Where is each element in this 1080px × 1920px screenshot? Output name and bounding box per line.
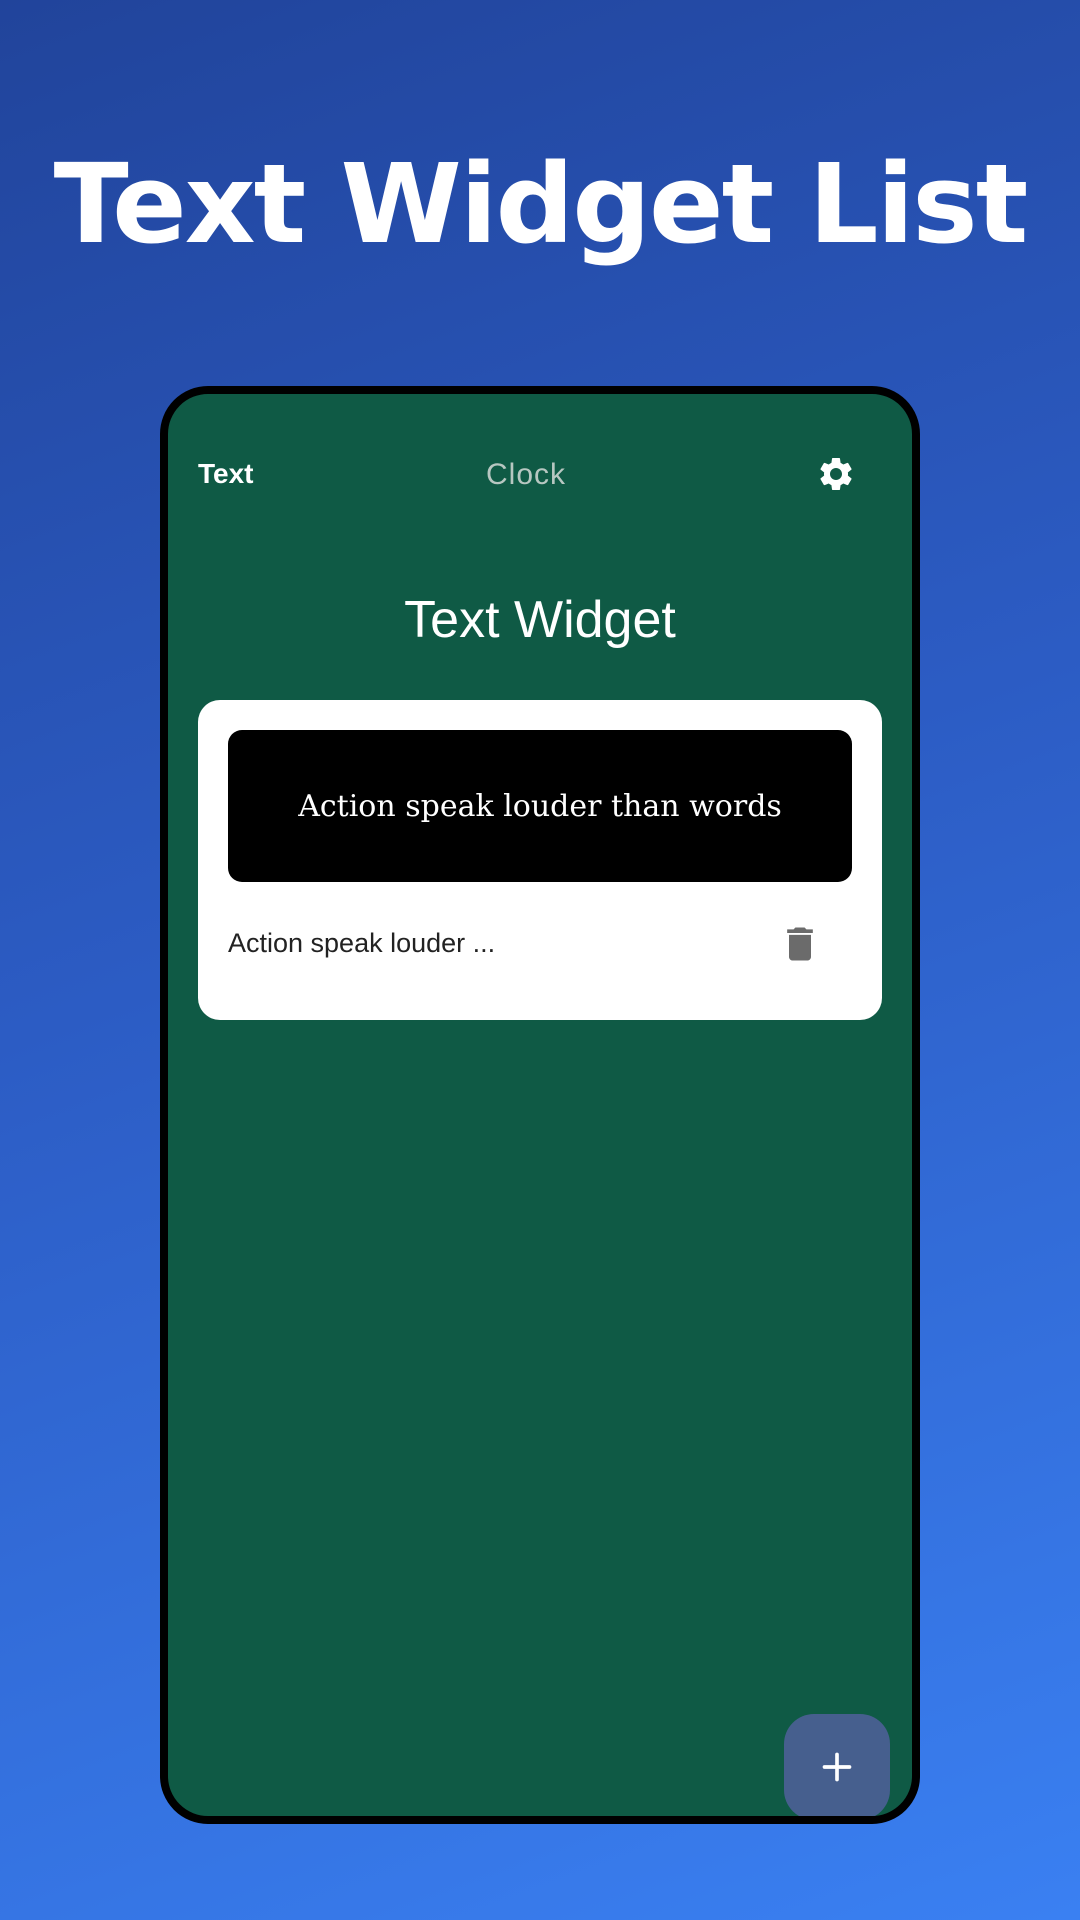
add-widget-button[interactable] — [784, 1714, 890, 1816]
tab-clock[interactable]: Clock — [486, 458, 566, 492]
plus-icon — [822, 1752, 852, 1782]
widget-label: Action speak louder ... — [228, 928, 496, 958]
top-tab-bar: Text Clock — [168, 394, 912, 544]
delete-button[interactable] — [772, 916, 828, 972]
widget-preview[interactable]: Action speak louder than words — [228, 730, 852, 882]
widget-card: Action speak louder than words Action sp… — [198, 700, 882, 1020]
promo-title: Text Widget List — [53, 140, 1029, 268]
settings-button[interactable] — [808, 446, 864, 502]
phone-frame: Text Clock Text Widget Action speak loud… — [160, 386, 920, 1824]
trash-icon — [787, 927, 813, 961]
gear-icon — [820, 458, 852, 490]
screen-heading: Text Widget — [404, 591, 676, 649]
tab-text[interactable]: Text — [198, 458, 254, 490]
